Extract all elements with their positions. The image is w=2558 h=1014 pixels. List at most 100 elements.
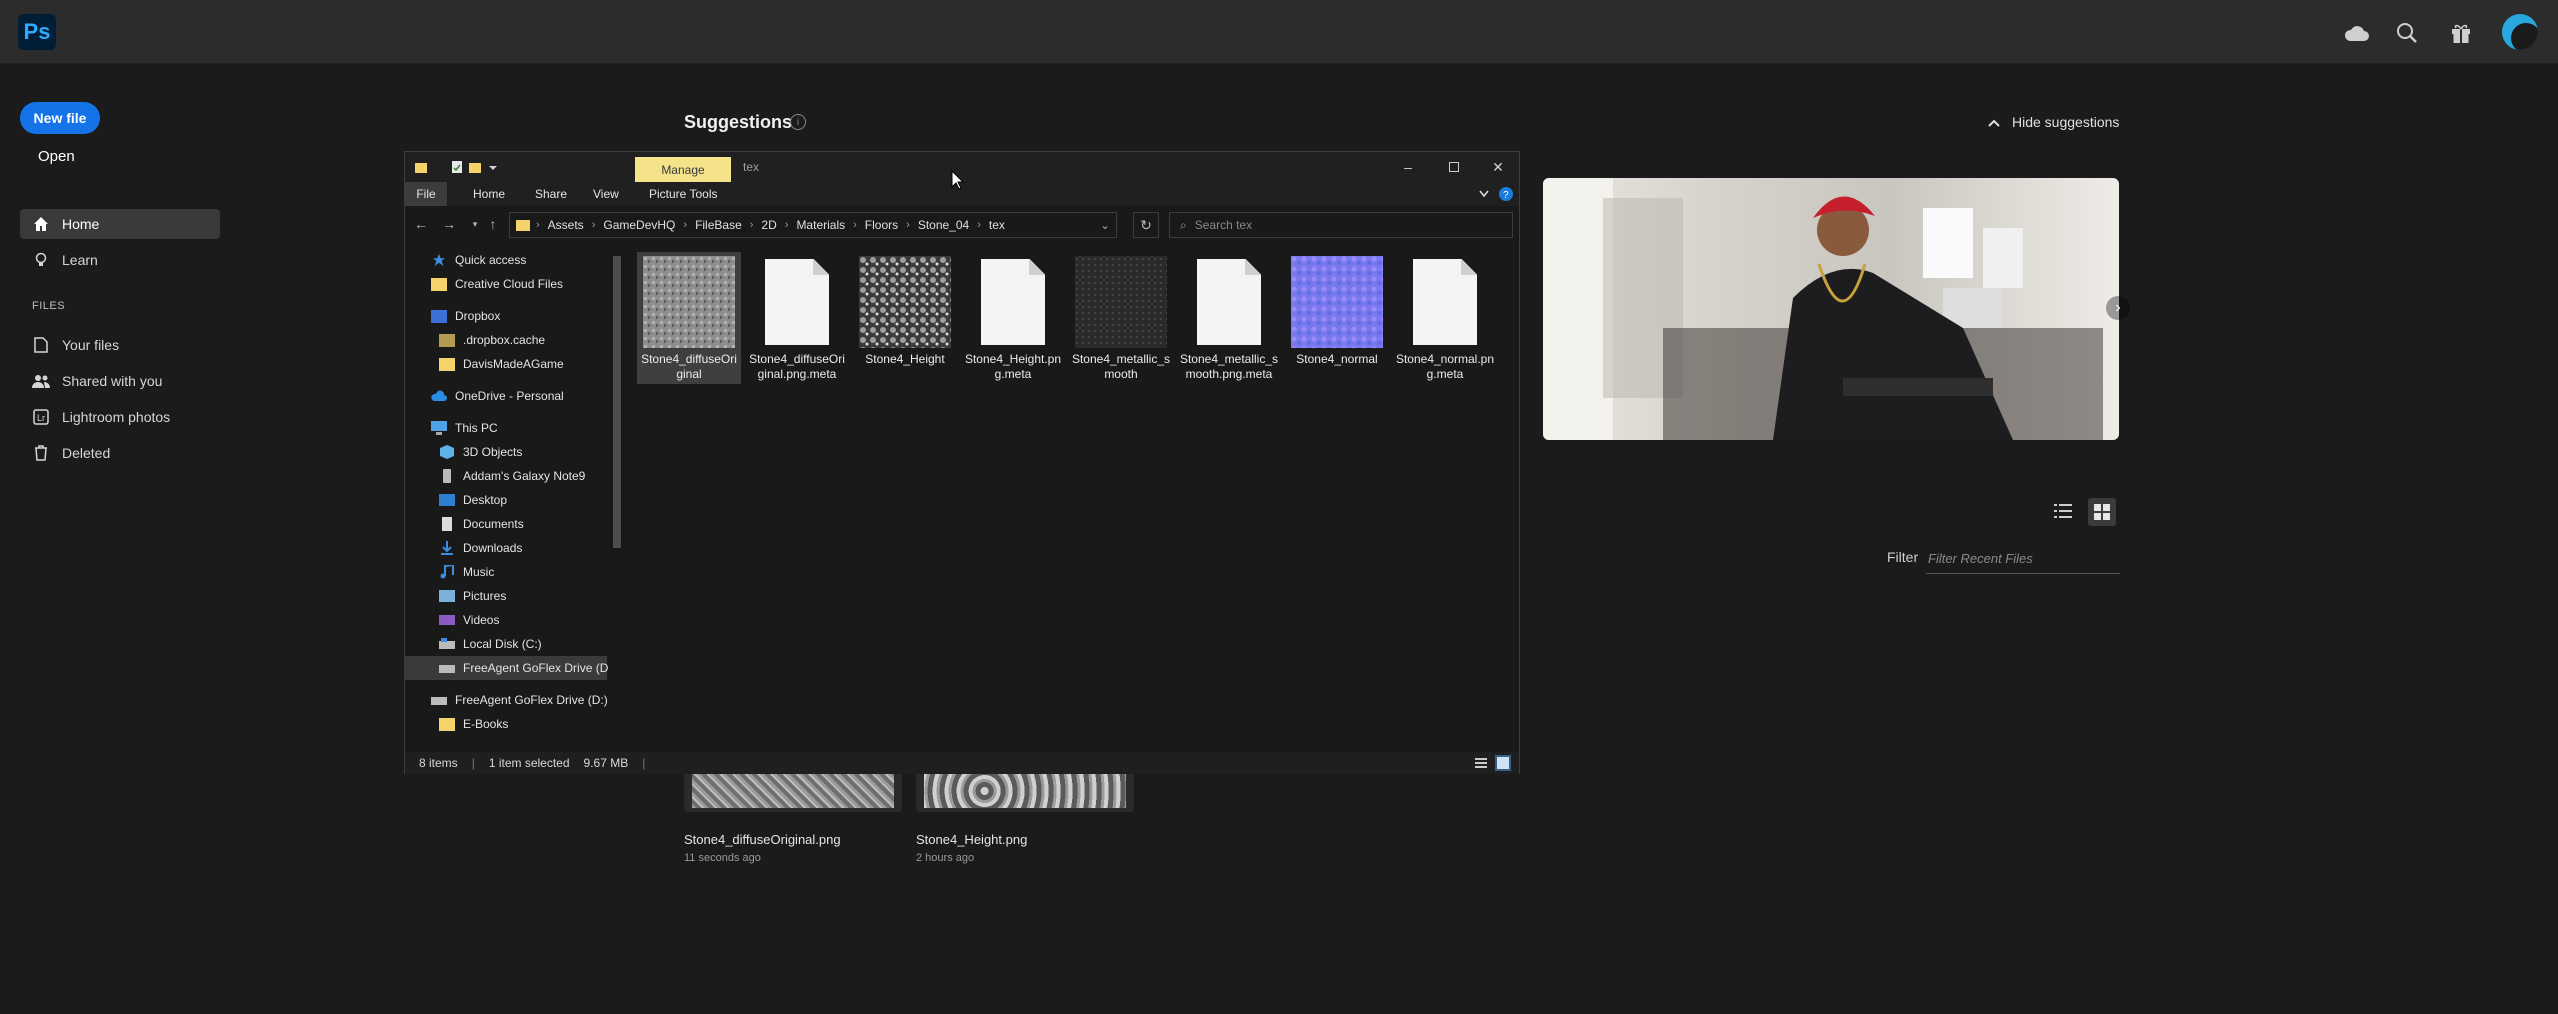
file-explorer-window[interactable]: Manage tex – ✕ File Home Share View Pict… [404,151,1520,774]
recent-locations-icon[interactable]: ▾ [465,214,485,234]
maximize-button[interactable] [1431,152,1477,182]
file-name: Stone4_diffuseOriginal [641,352,737,381]
minimize-button[interactable]: – [1385,152,1431,182]
breadcrumb-separator: › [536,219,540,231]
nav-videos[interactable]: Videos [405,608,607,632]
nav-your-files[interactable]: Your files [20,330,220,360]
file-item[interactable]: Stone4_diffuseOriginal.png.meta [745,252,849,384]
new-file-button[interactable]: New file [20,102,100,134]
recent-file-card[interactable]: Stone4_Height.png 2 hours ago [916,770,1134,864]
file-item[interactable]: Stone4_normal [1285,252,1389,369]
file-item[interactable]: Stone4_Height.png.meta [961,252,1065,384]
file-item[interactable]: Stone4_Height [853,252,957,369]
forward-icon[interactable]: → [439,214,459,234]
nav-davismadeagame[interactable]: DavisMadeAGame [405,352,607,376]
cloud-icon[interactable] [2342,18,2372,48]
expand-ribbon-icon[interactable] [1479,182,1489,206]
suggestion-hero-image[interactable] [1543,178,2119,440]
nav-desktop[interactable]: Desktop [405,488,607,512]
nav-deleted[interactable]: Deleted [20,438,220,468]
nav-music[interactable]: Music [405,560,607,584]
back-icon[interactable]: ← [411,214,431,234]
lightbulb-icon [32,251,50,269]
nav-creative-cloud-files[interactable]: Creative Cloud Files [405,272,607,296]
files-heading: FILES [32,300,66,312]
file-item[interactable]: Stone4_normal.png.meta [1393,252,1497,384]
breadcrumb-item[interactable]: Materials [796,218,845,232]
breadcrumb-item[interactable]: Stone_04 [918,218,969,232]
address-bar[interactable]: › Assets › GameDevHQ › FileBase › 2D › Mater… [509,212,1117,238]
filter-input[interactable] [1926,544,2120,574]
nav-home[interactable]: Home [20,209,220,239]
nav-learn[interactable]: Learn [20,245,220,275]
customize-toolbar-icon[interactable] [487,161,499,173]
large-icons-view-icon[interactable] [1495,755,1511,771]
nav-shared-with-you[interactable]: Shared with you [20,366,220,396]
nav-downloads[interactable]: Downloads [405,536,607,560]
grid-view-button[interactable] [2088,498,2116,526]
help-icon[interactable]: ? [1499,182,1513,206]
nav-your-files-label: Your files [62,337,120,353]
refresh-icon[interactable]: ↻ [1133,212,1159,238]
recent-file-thumbnail[interactable] [684,770,902,812]
nav-e-books[interactable]: E-Books [405,712,607,736]
recent-file-card[interactable]: Stone4_diffuseOriginal.png 11 seconds ag… [684,770,902,864]
cube-icon [440,445,454,459]
search-icon[interactable] [2392,18,2422,48]
tab-share[interactable]: Share [535,182,567,206]
hide-suggestions-button[interactable]: Hide suggestions [1988,114,2119,130]
chevron-up-icon [1988,114,2000,130]
nav-scrollbar[interactable] [609,246,623,744]
open-button[interactable]: Open [38,148,75,165]
file-name: Stone4_normal.png.meta [1395,352,1495,381]
up-icon[interactable]: ↑ [483,214,503,234]
breadcrumb-item[interactable]: tex [989,218,1005,232]
nav-freeagent-drive-d[interactable]: FreeAgent GoFlex Drive (D:) [405,656,616,680]
tab-home[interactable]: Home [473,182,505,206]
breadcrumb-item[interactable]: Floors [865,218,898,232]
carousel-next-button[interactable]: › [2106,296,2130,320]
breadcrumb-item[interactable]: GameDevHQ [603,218,675,232]
nav-quick-access[interactable]: Quick access [405,248,607,272]
file-icon [32,336,50,354]
document-icon [1413,259,1477,345]
file-item[interactable]: Stone4_diffuseOriginal [637,252,741,384]
search-input[interactable]: ⌕ Search tex [1169,212,1513,238]
breadcrumb-item[interactable]: FileBase [695,218,742,232]
gift-icon[interactable] [2446,18,2476,48]
nav-documents[interactable]: Documents [405,512,607,536]
tab-file[interactable]: File [405,182,447,206]
close-button[interactable]: ✕ [1475,152,1521,182]
info-icon[interactable]: i [790,114,806,130]
nav-onedrive[interactable]: OneDrive - Personal [405,384,607,408]
breadcrumb-item[interactable]: Assets [548,218,584,232]
avatar[interactable] [2502,14,2538,50]
nav-this-pc[interactable]: This PC [405,416,607,440]
nav-dropbox[interactable]: Dropbox [405,304,607,328]
file-item[interactable]: Stone4_metallic_smooth.png.meta [1177,252,1281,384]
manage-tab[interactable]: Manage [635,157,731,183]
nav-local-disk-c[interactable]: Local Disk (C:) [405,632,607,656]
breadcrumb-item[interactable]: 2D [761,218,776,232]
tab-picture-tools[interactable]: Picture Tools [649,182,717,206]
file-item[interactable]: Stone4_metallic_smooth [1069,252,1173,384]
status-size: 9.67 MB [583,756,629,770]
file-name: Stone4_Height.png.meta [964,352,1062,381]
nav-pictures[interactable]: Pictures [405,584,607,608]
svg-text:?: ? [1503,190,1509,201]
new-folder-icon[interactable] [469,161,481,173]
scrollbar-thumb[interactable] [613,256,621,548]
photoshop-logo[interactable]: Ps [18,14,56,50]
list-view-button[interactable] [2050,498,2076,524]
nav-lightroom-photos[interactable]: Lr Lightroom photos [20,402,220,432]
nav-freeagent-drive-d[interactable]: FreeAgent GoFlex Drive (D:) [405,688,608,712]
properties-icon[interactable] [451,161,463,173]
details-view-icon[interactable] [1473,755,1489,771]
recent-file-thumbnail[interactable] [916,770,1134,812]
tab-view[interactable]: View [593,182,619,206]
nav-galaxy-note9[interactable]: Addam's Galaxy Note9 [405,464,607,488]
address-dropdown-icon[interactable]: ⌄ [1093,212,1117,238]
file-name: Stone4_metallic_smooth [1071,352,1171,381]
nav-dropbox-cache[interactable]: .dropbox.cache [405,328,607,352]
nav-3d-objects[interactable]: 3D Objects [405,440,607,464]
